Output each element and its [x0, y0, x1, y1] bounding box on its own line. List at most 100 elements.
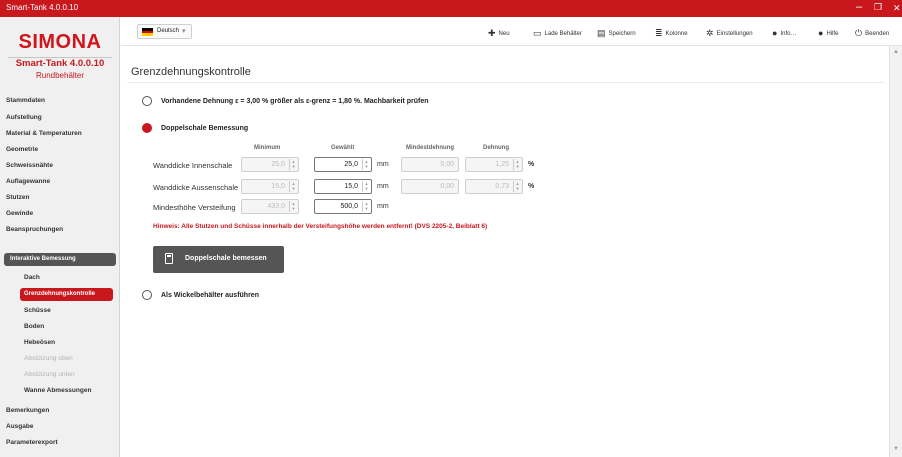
save-icon: ▤: [597, 28, 606, 38]
field-value: 500,0: [340, 203, 358, 210]
title-divider: [127, 82, 885, 83]
sidebar-item-parameterexport[interactable]: Parameterexport: [6, 439, 58, 446]
load-tank-button[interactable]: ▭ Lade Behälter: [533, 27, 582, 38]
sidebar: SIMONA Smart-Tank 4.0.0.10 Rundbehälter …: [0, 17, 120, 457]
spinner-icon[interactable]: ▲ ▼: [362, 159, 370, 170]
settings-button[interactable]: ✲ Einstellungen: [706, 27, 753, 38]
sidebar-item-hebeoesen[interactable]: Hebeösen: [24, 339, 55, 346]
sidebar-item-stutzen[interactable]: Stutzen: [6, 194, 29, 201]
sidebar-item-dach[interactable]: Dach: [24, 274, 40, 281]
sidebar-item-material[interactable]: Material & Temperaturen: [6, 130, 82, 137]
language-select[interactable]: Deutsch ▾: [137, 24, 192, 39]
spinner-icon: ▲ ▼: [513, 181, 521, 192]
language-label: Deutsch: [157, 28, 180, 34]
gewaehlt-innenschale-input[interactable]: 25,0 ▲ ▼: [314, 157, 372, 172]
column-header-dehnung: Dehnung: [483, 145, 509, 151]
spinner-icon[interactable]: ▲ ▼: [362, 201, 370, 212]
window-title: Smart-Tank 4.0.0.10: [6, 3, 79, 12]
gear-icon: ✲: [706, 28, 714, 38]
help-button[interactable]: ● Hilfe: [818, 27, 838, 38]
field-value: 1,25: [495, 161, 509, 168]
sidebar-item-wanne-abmessungen[interactable]: Wanne Abmessungen: [24, 387, 91, 394]
new-button-label: Neu: [498, 31, 510, 37]
field-value: 0,00: [440, 161, 454, 168]
sidebar-item-gewinde[interactable]: Gewinde: [6, 210, 33, 217]
spinner-icon: ▲ ▼: [289, 201, 297, 212]
minimum-versteifung-field: 433,0 ▲ ▼: [241, 199, 299, 214]
sidebar-item-aufstellung[interactable]: Aufstellung: [6, 114, 42, 121]
mindestdehnung-aussenschale-field: 0,00: [401, 179, 459, 194]
gewaehlt-versteifung-input[interactable]: 500,0 ▲ ▼: [314, 199, 372, 214]
sidebar-item-bemerkungen[interactable]: Bemerkungen: [6, 407, 49, 414]
exit-button-label: Beenden: [865, 31, 890, 37]
field-value: 433,0: [267, 203, 285, 210]
option-machbarkeit-radio[interactable]: [142, 96, 152, 106]
sidebar-item-boden[interactable]: Boden: [24, 323, 44, 330]
mindestdehnung-innenschale-field: 0,00: [401, 157, 459, 172]
toolbar: Deutsch ▾ ✚ Neu ▭ Lade Behälter ▤ Speichern…: [121, 17, 902, 46]
option-doppelschale-radio[interactable]: [142, 123, 152, 133]
sidebar-item-geometrie[interactable]: Geometrie: [6, 146, 38, 153]
exit-button[interactable]: ⏻ Beenden: [855, 27, 889, 38]
sidebar-item-interaktive-bemessung[interactable]: Interaktive Bemessung: [4, 253, 116, 266]
option-machbarkeit-label[interactable]: Vorhandene Dehnung ε = 3,00 % größer als…: [161, 98, 429, 105]
spinner-icon[interactable]: ▲ ▼: [362, 181, 370, 192]
sidebar-item-label: Grenzdehnungskontrolle: [24, 291, 96, 297]
save-button-label: Speichern: [608, 31, 636, 37]
column-button[interactable]: ≣ Kolonne: [655, 27, 688, 38]
unit-label: mm: [377, 161, 389, 168]
sidebar-item-schuesse[interactable]: Schüsse: [24, 307, 51, 314]
sidebar-item-abstuetzung-unten: Abstützung unten: [24, 371, 75, 378]
scroll-up-icon[interactable]: ▲: [893, 49, 899, 55]
column-button-label: Kolonne: [665, 31, 688, 37]
sidebar-item-stammdaten[interactable]: Stammdaten: [6, 97, 45, 104]
unit-label: mm: [377, 183, 389, 190]
window-titlebar: Smart-Tank 4.0.0.10 – ❐ ✕: [0, 0, 902, 17]
save-button[interactable]: ▤ Speichern: [597, 27, 636, 38]
spinner-icon: ▲ ▼: [289, 159, 297, 170]
sidebar-item-label: Interaktive Bemessung: [10, 256, 76, 262]
folder-icon: ▭: [533, 28, 542, 38]
gewaehlt-aussenschale-input[interactable]: 15,0 ▲ ▼: [314, 179, 372, 194]
main-content: Grenzdehnungskontrolle Vorhandene Dehnun…: [121, 46, 889, 457]
sidebar-item-grenzdehnungskontrolle[interactable]: Grenzdehnungskontrolle: [20, 288, 113, 301]
option-doppelschale-label[interactable]: Doppelschale Bemessung: [161, 125, 248, 132]
minimum-aussenschale-field: 15,0 ▲ ▼: [241, 179, 299, 194]
doppelschale-bemessen-button[interactable]: Doppelschale bemessen: [153, 246, 284, 273]
info-button[interactable]: ● Info…: [772, 27, 796, 38]
vertical-scrollbar[interactable]: ▲ ▼: [889, 46, 902, 457]
column-header-mindestdehnung: Mindestdehnung: [406, 145, 454, 151]
option-wickelbehaelter-label[interactable]: Als Wickelbehälter ausführen: [161, 292, 259, 299]
restore-icon[interactable]: ❐: [874, 2, 882, 13]
button-label: Doppelschale bemessen: [185, 255, 267, 262]
option-wickelbehaelter-radio[interactable]: [142, 290, 152, 300]
percent-label: %: [528, 183, 535, 190]
field-value: 0,73: [495, 183, 509, 190]
sidebar-item-beanspruchungen[interactable]: Beanspruchungen: [6, 226, 63, 233]
row-label-versteifung: Mindesthöhe Versteifung: [153, 203, 236, 212]
field-value: 15,0: [344, 183, 358, 190]
field-value: 15,0: [271, 183, 285, 190]
settings-button-label: Einstellungen: [716, 31, 753, 37]
power-icon: ⏻: [855, 28, 863, 38]
row-label-aussenschale: Wanddicke Aussenschale: [153, 183, 239, 192]
spinner-icon: ▲ ▼: [289, 181, 297, 192]
warning-message: Hinweis: Alle Stutzen und Schüsse innerh…: [153, 223, 488, 230]
field-value: 25,0: [271, 161, 285, 168]
simona-logo: SIMONA: [18, 31, 102, 53]
page-title: Grenzdehnungskontrolle: [131, 66, 251, 78]
close-icon[interactable]: ✕: [893, 3, 901, 14]
new-button[interactable]: ✚ Neu: [488, 27, 510, 38]
minimize-icon[interactable]: –: [856, 1, 862, 13]
sidebar-item-ausgabe[interactable]: Ausgabe: [6, 423, 33, 430]
help-icon: ●: [818, 28, 824, 38]
sidebar-item-auflagewanne[interactable]: Auflagewanne: [6, 178, 50, 185]
row-label-innenschale: Wanddicke Innenschale: [153, 161, 233, 170]
field-value: 25,0: [344, 161, 358, 168]
dehnung-innenschale-field: 1,25 ▲ ▼: [465, 157, 523, 172]
info-icon: ●: [772, 28, 778, 38]
column-icon: ≣: [655, 28, 663, 38]
german-flag-icon: [142, 28, 153, 36]
sidebar-item-schweissnaehte[interactable]: Schweissnähte: [6, 162, 53, 169]
scroll-down-icon[interactable]: ▼: [893, 446, 899, 452]
